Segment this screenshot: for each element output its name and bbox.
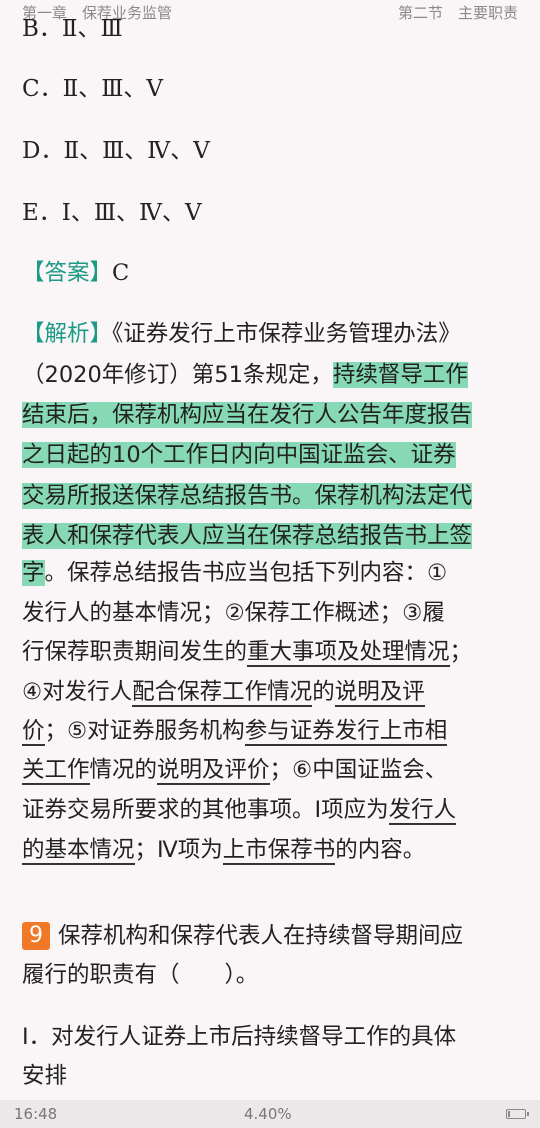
underline[interactable]: 配合保荐工作情况 <box>132 679 313 707</box>
underline[interactable]: 的基本情况 <box>22 837 135 865</box>
question-line-1: 9 保荐机构和保荐代表人在持续督导期间应 <box>22 916 463 956</box>
analysis-line-7: 字。保荐总结报告书应当包括下列内容：① <box>22 560 448 586</box>
highlight[interactable]: 持续督导工作 <box>332 362 468 388</box>
analysis-line-2: （2020年修订）第51条规定，持续督导工作 <box>22 362 468 388</box>
analysis-line-9: 行保荐职责期间发生的重大事项及处理情况； <box>22 639 473 667</box>
answer-label: 【答案】 <box>22 260 113 286</box>
reader-status-bar: 16:48 4.40% <box>0 1100 540 1128</box>
underline[interactable]: 发行人 <box>388 797 457 825</box>
option-c: C．Ⅱ、Ⅲ、Ⅴ <box>22 76 164 102</box>
analysis-line-8: 发行人的基本情况；②保荐工作概述；③履 <box>22 600 445 626</box>
highlight[interactable]: 交易所报送保荐总结报告书。保荐机构法定代 <box>22 483 473 509</box>
battery-level <box>508 1111 510 1117</box>
highlight[interactable]: 字 <box>22 560 45 586</box>
analysis-line-11: 价；⑤对证券服务机构参与证券发行上市相 <box>22 718 448 746</box>
battery-icon <box>506 1109 529 1119</box>
question-line-2: 履行的职责有（ ）。 <box>22 962 259 988</box>
underline[interactable]: 关工作 <box>22 757 90 785</box>
analysis-line-1: 【解析】《证券发行上市保荐业务管理办法》 <box>22 321 461 347</box>
item-1-line-2: 安排 <box>22 1063 68 1089</box>
answer-line: 【答案】C <box>22 253 129 293</box>
highlight[interactable]: 结束后，保荐机构应当在发行人公告年度报告 <box>22 402 473 428</box>
analysis-line-4: 之日起的10个工作日内向中国证监会、证券 <box>22 435 456 475</box>
underline[interactable]: 上市保荐书 <box>222 837 336 865</box>
analysis-line-3: 结束后，保荐机构应当在发行人公告年度报告 <box>22 395 473 435</box>
item-1-line-1: Ⅰ．对发行人证券上市后持续督导工作的具体 <box>22 1024 457 1050</box>
analysis-line-6: 表人和保荐代表人应当在保荐总结报告书上签 <box>22 516 473 556</box>
analysis-line-13: 证券交易所要求的其他事项。Ⅰ项应为发行人 <box>22 797 457 825</box>
highlight[interactable]: 之日起的10个工作日内向中国证监会、证券 <box>22 442 456 468</box>
highlight[interactable]: 表人和保荐代表人应当在保荐总结报告书上签 <box>22 523 473 549</box>
underline[interactable]: 重大事项及处理情况 <box>247 639 450 667</box>
analysis-label: 【解析】 <box>22 321 113 347</box>
analysis-line-12: 关工作情况的说明及评价；⑥中国证监会、 <box>22 757 448 785</box>
section-title: 第二节 主要职责 <box>397 4 518 22</box>
underline[interactable]: 价 <box>22 718 45 746</box>
answer-value: C <box>112 260 130 286</box>
option-d: D．Ⅱ、Ⅲ、Ⅳ、Ⅴ <box>22 138 210 164</box>
clock: 16:48 <box>14 1105 58 1123</box>
option-b: B．Ⅱ、Ⅲ <box>22 16 123 42</box>
option-e: E．Ⅰ、Ⅲ、Ⅳ、Ⅴ <box>22 200 202 226</box>
analysis-line-14: 的基本情况；Ⅳ项为上市保荐书的内容。 <box>22 837 426 865</box>
question-number-badge: 9 <box>22 922 50 950</box>
reading-progress: 4.40% <box>244 1105 292 1123</box>
underline[interactable]: 说明及评价 <box>157 757 270 785</box>
analysis-line-5: 交易所报送保荐总结报告书。保荐机构法定代 <box>22 476 473 516</box>
underline[interactable]: 说明及评 <box>334 679 425 707</box>
analysis-line-10: ④对发行人配合保荐工作情况的说明及评 <box>22 679 425 707</box>
underline[interactable]: 参与证券发行上市相 <box>244 718 448 746</box>
